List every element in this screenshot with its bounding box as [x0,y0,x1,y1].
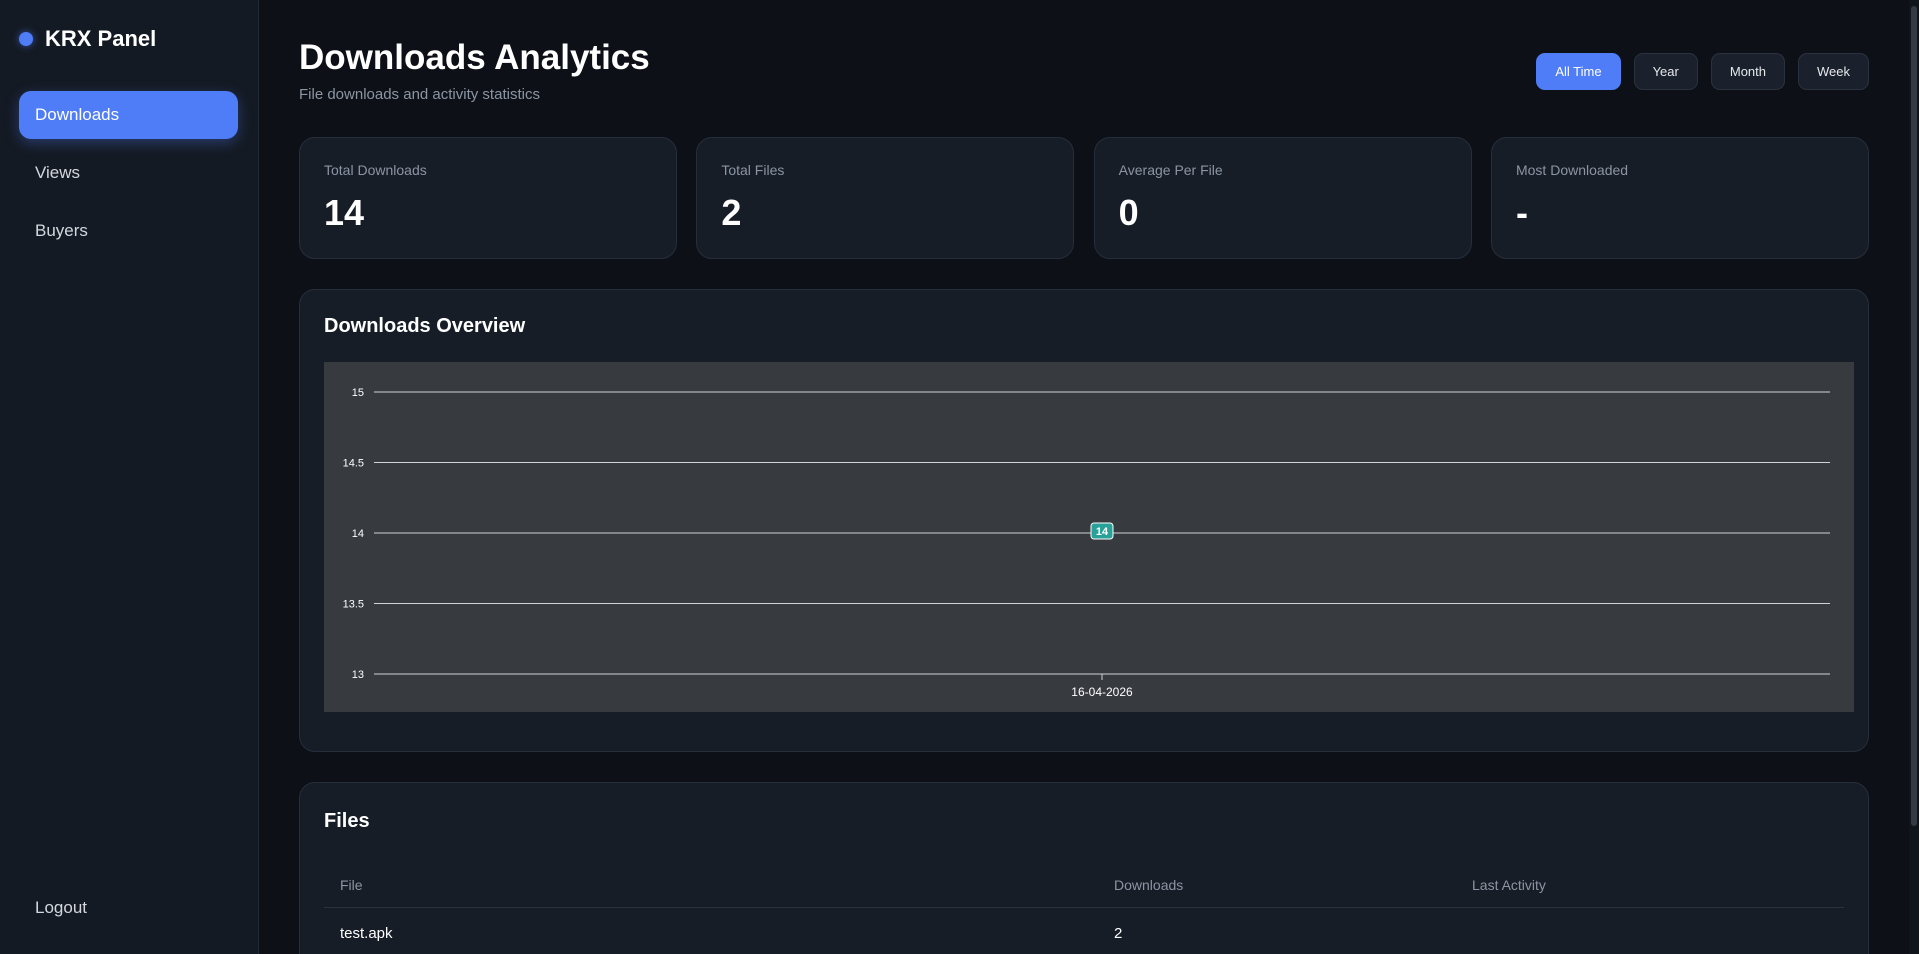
filter-month-button[interactable]: Month [1710,53,1785,90]
stat-value: 0 [1118,192,1139,233]
page-scrollbar[interactable] [1909,0,1919,954]
downloads-overview-card: Downloads Overview 13 13.5 14 14.5 15 16-04-2… [299,289,1869,752]
x-tick-label: 16-04-2026 [1071,685,1133,699]
brand-title: KRX Panel [45,26,157,51]
files-table: File Downloads Last Activity test.apk 2 [324,863,1844,954]
stat-label: Total Downloads [324,162,427,178]
column-header-last-activity[interactable]: Last Activity [1456,877,1844,893]
chart-svg: 13 13.5 14 14.5 15 16-04-2026 14 [343,387,1830,699]
filter-week-button[interactable]: Week [1798,53,1869,90]
brand: KRX Panel [19,26,156,52]
filter-all-time-button[interactable]: All Time [1536,53,1621,90]
cell-downloads: 2 [1114,924,1123,942]
overview-title: Downloads Overview [324,315,526,337]
stat-label: Average Per File [1118,162,1223,178]
logout-link[interactable]: Logout [35,898,87,918]
table-row[interactable]: test.apk 2 [324,908,1844,954]
sidebar-item-views[interactable]: Views [19,149,238,197]
y-tick-label: 14.5 [343,458,364,470]
stat-label: Total Files [721,162,785,178]
page-subtitle: File downloads and activity statistics [299,86,540,103]
y-tick-label: 15 [352,387,364,399]
stat-label: Most Downloaded [1515,162,1629,178]
files-card: Files File Downloads Last Activity test.… [299,782,1869,954]
page-title: Downloads Analytics [299,38,650,77]
sidebar-item-buyers[interactable]: Buyers [19,207,238,255]
y-tick-label: 13 [352,669,364,681]
cell-file: test.apk [340,924,393,942]
stat-value: - [1515,192,1528,233]
y-tick-label: 14 [352,528,364,540]
stat-value: 2 [721,192,742,233]
sidebar: KRX Panel Downloads Views Buyers Logout [0,0,259,954]
stat-card-most-downloaded: Most Downloaded - [1490,137,1869,259]
stat-card-total-downloads: Total Downloads 14 [299,137,677,259]
stat-value: 14 [324,192,365,233]
time-filter-group: All Time Year Month Week [1523,53,1869,90]
filter-year-button[interactable]: Year [1633,53,1698,90]
sidebar-item-downloads[interactable]: Downloads [19,91,238,139]
table-header: File Downloads Last Activity [324,863,1844,908]
stats-row: Total Downloads 14 Total Files 2 Average… [299,137,1869,259]
stat-card-total-files: Total Files 2 [696,137,1075,259]
brand-dot-icon [19,32,33,46]
downloads-chart: 13 13.5 14 14.5 15 16-04-2026 14 [324,362,1854,712]
stat-card-average-per-file: Average Per File 0 [1093,137,1472,259]
data-label: 14 [1096,526,1109,538]
column-header-file[interactable]: File [324,877,1098,893]
scrollbar-thumb[interactable] [1911,6,1917,826]
files-title: Files [324,810,370,832]
sidebar-nav: Downloads Views Buyers [19,91,238,265]
column-header-downloads[interactable]: Downloads [1098,877,1456,893]
y-tick-label: 13.5 [343,599,364,611]
